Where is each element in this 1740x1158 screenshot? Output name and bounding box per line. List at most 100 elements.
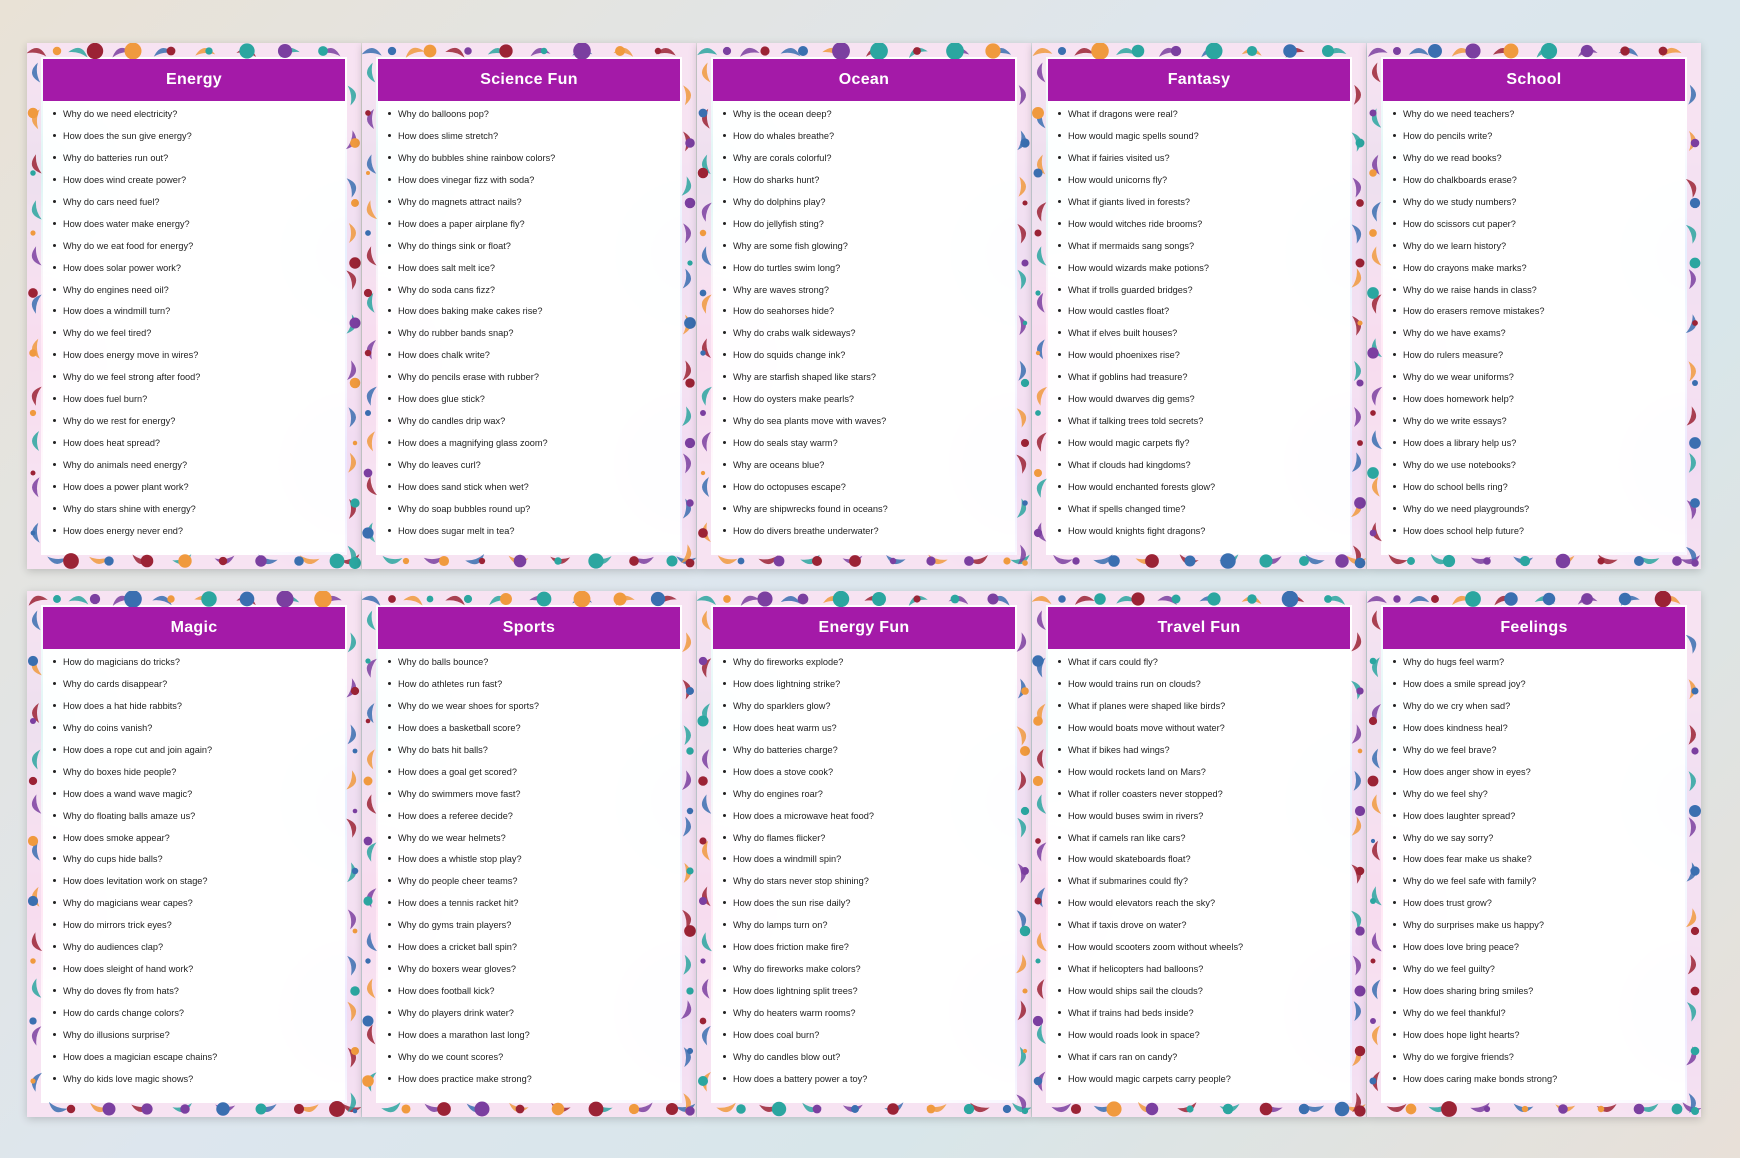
dot-shape	[1689, 257, 1701, 269]
dot-shape	[1369, 109, 1377, 117]
dot-shape	[1171, 594, 1181, 604]
list-item: How does laughter spread?	[1393, 809, 1681, 831]
dot-shape	[698, 528, 708, 538]
dot-shape	[365, 718, 371, 724]
dot-shape	[426, 595, 434, 603]
dot-shape	[913, 595, 921, 603]
dot-shape	[1022, 500, 1028, 506]
list-item: How does wind create power?	[53, 173, 341, 195]
dot-shape	[478, 557, 486, 565]
dot-shape	[1035, 838, 1041, 844]
dot-shape	[698, 896, 708, 906]
list-item: How does a smile spread joy?	[1393, 677, 1681, 699]
list-item: Why do animals need energy?	[53, 458, 341, 480]
dot-shape	[29, 409, 37, 417]
list-item: What if mermaids sang songs?	[1058, 239, 1346, 261]
dot-shape	[1283, 44, 1297, 58]
question-list: Why do balls bounce? How do athletes run …	[388, 655, 676, 1094]
dot-shape	[686, 687, 694, 695]
dot-shape	[1020, 138, 1030, 148]
dot-shape	[104, 556, 114, 566]
dot-shape	[1058, 595, 1066, 603]
dot-shape	[27, 107, 39, 119]
dot-shape	[1367, 467, 1379, 479]
dot-shape	[1246, 45, 1258, 57]
worksheet-card-school: School Why do we need teachers? How do pe…	[1367, 43, 1701, 569]
dot-shape	[1035, 290, 1041, 296]
list-item: What if clouds had kingdoms?	[1058, 458, 1346, 480]
dot-shape	[1072, 557, 1080, 565]
dot-shape	[363, 776, 373, 786]
list-item: How does smoke appear?	[53, 831, 341, 853]
dot-shape	[1370, 838, 1376, 844]
list-item: How does levitation work on stage?	[53, 874, 341, 896]
dot-shape	[363, 836, 373, 846]
list-item: How does fuel burn?	[53, 392, 341, 414]
dot-shape	[255, 555, 267, 567]
dot-shape	[1222, 1103, 1234, 1115]
dot-shape	[551, 1102, 565, 1116]
list-item: Why do we use notebooks?	[1393, 458, 1681, 480]
dot-shape	[1091, 43, 1109, 60]
dot-shape	[698, 776, 708, 786]
dot-shape	[1580, 44, 1594, 58]
dot-shape	[723, 595, 731, 603]
dot-shape	[1324, 595, 1332, 603]
list-item: How does a referee decide?	[388, 809, 676, 831]
dot-shape	[166, 46, 176, 56]
dot-shape	[1357, 748, 1363, 754]
list-item: How does a hat hide rabbits?	[53, 699, 341, 721]
list-item: Why do surprises make us happy?	[1393, 918, 1681, 940]
dot-shape	[277, 43, 293, 59]
list-item: What if elves built houses?	[1058, 326, 1346, 348]
dot-shape	[540, 47, 548, 55]
list-item: How do jellyfish sting?	[723, 217, 1011, 239]
list-item: What if fairies visited us?	[1058, 151, 1346, 173]
list-item: How does a wand wave magic?	[53, 787, 341, 809]
dot-shape	[1354, 1105, 1366, 1117]
dot-shape	[926, 1104, 936, 1114]
list-item: How does chalk write?	[388, 348, 676, 370]
dot-shape	[650, 591, 666, 607]
list-item: Why do gyms train players?	[388, 918, 676, 940]
list-item: Why are starfish shaped like stars?	[723, 370, 1011, 392]
dot-shape	[1354, 985, 1366, 997]
dot-shape	[812, 1104, 822, 1114]
list-item: How would knights fight dragons?	[1058, 524, 1346, 546]
dot-shape	[987, 593, 999, 605]
dot-shape	[351, 199, 359, 207]
list-item: What if cars ran on candy?	[1058, 1050, 1346, 1072]
dot-shape	[1335, 554, 1349, 568]
dot-shape	[950, 594, 960, 604]
dot-shape	[1022, 560, 1028, 566]
dot-shape	[736, 1104, 746, 1114]
list-item: How would magic carpets carry people?	[1058, 1072, 1346, 1094]
list-item: How do chalkboards erase?	[1393, 173, 1681, 195]
dot-shape	[913, 47, 921, 55]
dot-shape	[363, 896, 373, 906]
list-item: How does a goal get scored?	[388, 765, 676, 787]
dot-shape	[329, 1101, 345, 1117]
dot-shape	[314, 591, 332, 608]
dot-shape	[1033, 716, 1043, 726]
dot-shape	[124, 591, 142, 608]
list-item: Why do candles blow out?	[723, 1050, 1011, 1072]
dot-shape	[1106, 1101, 1122, 1117]
list-item: Why do we cry when sad?	[1393, 699, 1681, 721]
dot-shape	[364, 349, 372, 357]
list-item: How does the sun give energy?	[53, 129, 341, 151]
dot-shape	[1094, 593, 1106, 605]
list-item: Why do we need playgrounds?	[1393, 502, 1681, 524]
dot-shape	[349, 377, 361, 389]
list-item: How would elevators reach the sky?	[1058, 896, 1346, 918]
dot-shape	[28, 776, 38, 786]
dot-shape	[205, 47, 213, 55]
dot-shape	[684, 437, 696, 449]
list-item: Why do boxers wear gloves?	[388, 962, 676, 984]
dot-shape	[1354, 805, 1366, 817]
list-item: How does a magician escape chains?	[53, 1050, 341, 1072]
dot-shape	[349, 317, 361, 329]
dot-shape	[1407, 557, 1415, 565]
list-item: Why are shipwrecks found in oceans?	[723, 502, 1011, 524]
list-item: How does a battery power a toy?	[723, 1072, 1011, 1094]
